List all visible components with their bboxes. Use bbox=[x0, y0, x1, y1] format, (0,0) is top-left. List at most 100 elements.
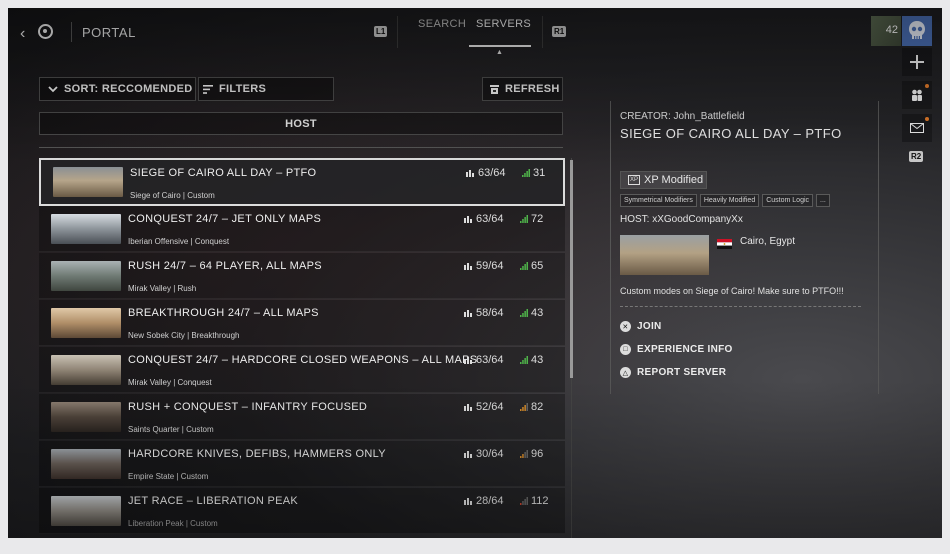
server-host: HOST: xXGoodCompanyXx bbox=[620, 214, 743, 225]
player-count: 30/64 bbox=[464, 448, 504, 460]
modifier-tag: Heavily Modified bbox=[699, 194, 760, 207]
map-thumbnail bbox=[51, 308, 121, 338]
map-preview-image bbox=[620, 235, 709, 275]
player-count: 58/64 bbox=[464, 307, 504, 319]
server-map-mode: Empire State | Custom bbox=[128, 472, 209, 481]
player-count-value: 30/64 bbox=[476, 448, 504, 460]
signal-icon bbox=[520, 402, 528, 411]
map-thumbnail bbox=[53, 167, 123, 197]
sort-dropdown[interactable]: SORT: RECCOMENDED bbox=[39, 77, 196, 101]
experience-info-button[interactable]: □ EXPERIENCE INFO bbox=[620, 344, 733, 355]
notification-dot bbox=[925, 84, 929, 88]
egypt-flag-icon bbox=[717, 236, 732, 249]
xp-icon: XP bbox=[628, 175, 641, 185]
server-location: Cairo, Egypt bbox=[740, 236, 796, 247]
triangle-button-icon: △ bbox=[620, 367, 631, 378]
filters-button[interactable]: FILTERS bbox=[198, 77, 334, 101]
caret-up-icon: ▲ bbox=[496, 49, 503, 56]
server-creator: CREATOR: John_Battlefield bbox=[620, 111, 745, 122]
ping: 96 bbox=[520, 448, 543, 460]
server-row[interactable]: JET RACE – LIBERATION PEAK Liberation Pe… bbox=[39, 488, 565, 534]
ping: 72 bbox=[520, 213, 543, 225]
server-name: BREAKTHROUGH 24/7 – ALL MAPS bbox=[128, 307, 319, 319]
player-count: 28/64 bbox=[464, 495, 504, 507]
server-description: Custom modes on Siege of Cairo! Make sur… bbox=[620, 286, 844, 296]
refresh-icon bbox=[490, 84, 499, 94]
game-screen: ‹ PORTAL L1 SEARCH SERVERS ▲ R1 42 R2 SO… bbox=[8, 8, 942, 538]
ping-value: 43 bbox=[531, 354, 544, 366]
host-header-label: HOST bbox=[285, 117, 317, 130]
players-icon bbox=[464, 449, 472, 458]
server-row[interactable]: HARDCORE KNIVES, DEFIBS, HAMMERS ONLY Em… bbox=[39, 441, 565, 487]
xp-modified-badge: XP XP Modified bbox=[620, 171, 707, 189]
players-icon bbox=[464, 214, 472, 223]
server-map-mode: Saints Quarter | Custom bbox=[128, 425, 214, 434]
modifier-tag: Custom Logic bbox=[762, 194, 814, 207]
l1-key-hint: L1 bbox=[374, 26, 388, 37]
server-row[interactable]: BREAKTHROUGH 24/7 – ALL MAPS New Sobek C… bbox=[39, 300, 565, 346]
signal-icon bbox=[520, 214, 528, 223]
sort-label: SORT: RECCOMENDED bbox=[64, 83, 193, 95]
player-count-value: 52/64 bbox=[476, 401, 504, 413]
ping: 43 bbox=[520, 354, 543, 366]
server-name: SIEGE OF CAIRO ALL DAY – PTFO bbox=[130, 167, 317, 179]
join-button[interactable]: ✕ JOIN bbox=[620, 321, 662, 332]
report-server-label: REPORT SERVER bbox=[637, 367, 727, 378]
server-row[interactable]: RUSH 24/7 – 64 PLAYER, ALL MAPS Mirak Va… bbox=[39, 253, 565, 299]
players-icon bbox=[464, 355, 472, 364]
server-row-selected[interactable]: SIEGE OF CAIRO ALL DAY – PTFO Siege of C… bbox=[39, 158, 565, 206]
back-chevron-icon[interactable]: ‹ bbox=[20, 25, 25, 43]
ping: 43 bbox=[520, 307, 543, 319]
players-icon bbox=[466, 168, 474, 177]
server-details-title: SIEGE OF CAIRO ALL DAY – PTFO bbox=[620, 126, 842, 141]
signal-icon bbox=[520, 496, 528, 505]
map-thumbnail bbox=[51, 402, 121, 432]
server-name: HARDCORE KNIVES, DEFIBS, HAMMERS ONLY bbox=[128, 448, 386, 460]
active-tab-indicator bbox=[469, 45, 531, 47]
player-count: 63/64 bbox=[464, 213, 504, 225]
tab-search[interactable]: SEARCH bbox=[418, 18, 466, 30]
squad-button[interactable] bbox=[902, 81, 932, 109]
server-name: CONQUEST 24/7 – JET ONLY MAPS bbox=[128, 213, 322, 225]
profile-avatar[interactable] bbox=[902, 16, 932, 46]
host-column-header[interactable]: HOST bbox=[39, 112, 563, 135]
player-count-value: 63/64 bbox=[476, 354, 504, 366]
server-row[interactable]: CONQUEST 24/7 – JET ONLY MAPS Iberian Of… bbox=[39, 206, 565, 252]
rank-badge[interactable]: 42 bbox=[871, 16, 901, 46]
modifier-tags: Symmetrical Modifiers Heavily Modified C… bbox=[620, 194, 830, 207]
ping: 31 bbox=[522, 167, 545, 179]
square-button-icon: □ bbox=[620, 344, 631, 355]
server-list: SIEGE OF CAIRO ALL DAY – PTFO Siege of C… bbox=[39, 158, 565, 538]
player-count: 63/64 bbox=[466, 167, 506, 179]
list-divider bbox=[39, 147, 563, 148]
server-name: JET RACE – LIBERATION PEAK bbox=[128, 495, 298, 507]
scrollbar-thumb[interactable] bbox=[570, 160, 573, 378]
player-count-value: 58/64 bbox=[476, 307, 504, 319]
dashed-divider bbox=[620, 306, 861, 307]
report-server-button[interactable]: △ REPORT SERVER bbox=[620, 367, 726, 378]
server-map-mode: Liberation Peak | Custom bbox=[128, 519, 218, 528]
server-row[interactable]: CONQUEST 24/7 – HARDCORE CLOSED WEAPONS … bbox=[39, 347, 565, 393]
player-count-value: 59/64 bbox=[476, 260, 504, 272]
server-map-mode: New Sobek City | Breakthrough bbox=[128, 331, 240, 340]
messages-button[interactable] bbox=[902, 114, 932, 142]
chevron-down-icon bbox=[48, 85, 58, 92]
tab-servers[interactable]: SERVERS bbox=[476, 18, 531, 30]
signal-icon bbox=[522, 168, 530, 177]
players-icon bbox=[464, 308, 472, 317]
map-thumbnail bbox=[51, 261, 121, 291]
filters-label: FILTERS bbox=[219, 83, 267, 95]
signal-icon bbox=[520, 355, 528, 364]
player-count-value: 28/64 bbox=[476, 495, 504, 507]
ping-value: 31 bbox=[533, 167, 546, 179]
signal-icon bbox=[520, 449, 528, 458]
refresh-button[interactable]: REFRESH bbox=[482, 77, 563, 101]
add-friend-button[interactable] bbox=[902, 48, 932, 76]
refresh-label: REFRESH bbox=[505, 83, 560, 95]
ping-value: 72 bbox=[531, 213, 544, 225]
server-row[interactable]: RUSH + CONQUEST – INFANTRY FOCUSED Saint… bbox=[39, 394, 565, 440]
mail-icon bbox=[910, 123, 924, 133]
more-tags[interactable]: ... bbox=[816, 194, 830, 207]
players-icon bbox=[464, 261, 472, 270]
ping: 112 bbox=[520, 495, 549, 507]
